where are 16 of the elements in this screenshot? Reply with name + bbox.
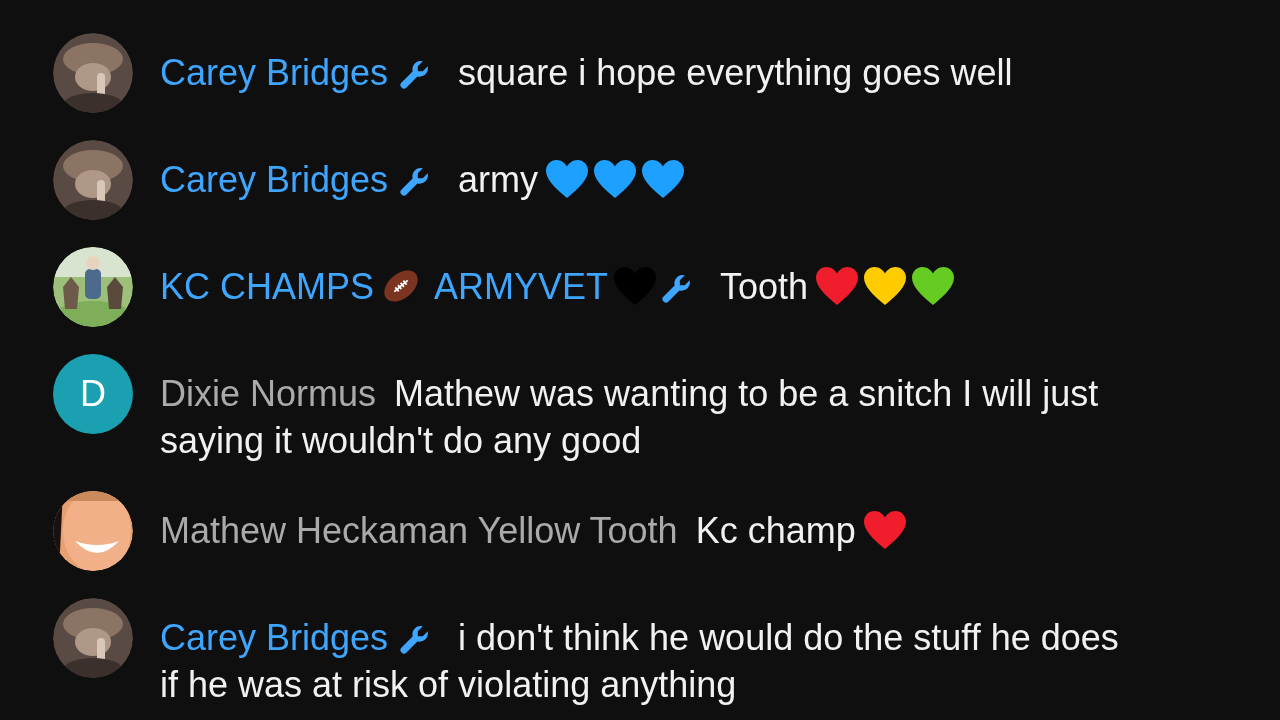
author-name: Dixie Normus <box>160 373 377 414</box>
author-name: ARMYVET <box>434 266 609 307</box>
author-name: Mathew Heckaman Yellow Tooth <box>160 510 678 551</box>
message-text: Mathew was wanting to be a snitch I will just <box>394 373 1099 414</box>
message-text: army <box>458 159 539 200</box>
message-text: saying it wouldn't do any good <box>160 420 642 461</box>
author-name: KC CHAMPS <box>160 266 375 307</box>
message-text: i don't think he would do the stuff he does <box>458 617 1119 658</box>
author-name: Carey Bridges <box>160 52 389 93</box>
message-text: Tooth <box>720 266 809 307</box>
message-text: Kc champ <box>695 510 856 551</box>
message-text: if he was at risk of violating anything <box>160 664 737 705</box>
avatar: D <box>53 354 133 434</box>
message-text: square i hope everything goes well <box>458 52 1013 93</box>
author-name: Carey Bridges <box>160 617 389 658</box>
author-name: Carey Bridges <box>160 159 389 200</box>
